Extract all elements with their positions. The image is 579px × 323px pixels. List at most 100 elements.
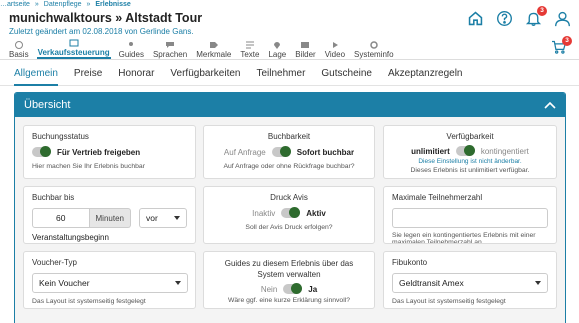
breadcrumb: …artseite » Datenpflege » Erlebnisse	[0, 1, 134, 8]
sub-navigation: Allgemein Preise Honorar Verfügbarkeiten…	[0, 62, 579, 86]
not-changeable-note: Diese Einstellung ist nicht änderbar.	[418, 158, 522, 165]
card-label: Buchbarkeit	[267, 132, 311, 141]
breadcrumb-separator: »	[34, 1, 39, 8]
voucher-type-select[interactable]: Kein Voucher	[32, 273, 188, 293]
card-hint: Sie legen ein kontingentiertes Erlebnis …	[392, 232, 536, 244]
card-hint: Soll der Avis Druck erfolgen?	[245, 224, 333, 231]
caret-down-icon	[175, 281, 181, 285]
panel-header[interactable]: Übersicht	[15, 93, 565, 117]
video-icon	[332, 42, 338, 48]
availability-toggle	[455, 145, 475, 156]
print-avis-toggle-row: Inaktiv Aktiv	[212, 207, 366, 218]
tab-label: Systeminfo	[354, 50, 394, 59]
toggle-off-label: Inaktiv	[252, 208, 276, 218]
last-modified-text: Zuletzt geändert am 02.08.2018 von Gerli…	[9, 27, 194, 36]
subtab-verfuegbarkeiten[interactable]: Verfügbarkeiten	[170, 62, 240, 86]
minutes-unit: Minuten	[89, 208, 131, 228]
tab-systeminfo[interactable]: Systeminfo	[353, 37, 395, 59]
toggle-on-label: Ja	[308, 284, 318, 294]
caret-down-icon	[535, 281, 541, 285]
toggle-off-label: Auf Anfrage	[223, 147, 266, 157]
overview-panel: Übersicht Buchungsstatus Für Vertrieb fr…	[14, 92, 566, 323]
bookability-card: Buchbarkeit Auf Anfrage Sofort buchbar A…	[203, 125, 375, 179]
card-label: Buchungsstatus	[32, 132, 89, 141]
print-avis-card: Druck Avis Inaktiv Aktiv Soll der Avis D…	[203, 186, 375, 244]
chevron-up-icon[interactable]	[544, 101, 556, 109]
help-icon[interactable]	[496, 10, 513, 27]
tab-label: Texte	[240, 50, 260, 59]
notification-badge: 3	[537, 5, 547, 16]
map-pin-icon	[274, 42, 281, 49]
guides-toggle-row: Nein Ja	[212, 283, 366, 294]
tab-label: Basis	[9, 50, 29, 59]
toggle-label: Für Vertrieb freigeben	[57, 147, 141, 157]
breadcrumb-current[interactable]: Erlebnisse	[95, 1, 130, 8]
card-label: Buchbar bis	[32, 193, 75, 202]
subtab-gutscheine[interactable]: Gutscheine	[321, 62, 372, 86]
subtab-allgemein[interactable]: Allgemein	[14, 62, 58, 86]
card-label: Verfügbarkeit	[446, 132, 494, 141]
toggle-off-label: kontingentiert	[480, 146, 529, 156]
cart-icon[interactable]: 3	[551, 36, 572, 56]
language-icon	[166, 42, 175, 48]
release-toggle[interactable]	[32, 146, 51, 157]
card-hint: Das Layout ist systemseitig festgelegt	[32, 298, 146, 305]
toggle-on-label: Sofort buchbar	[296, 147, 355, 157]
release-toggle-row: Für Vertrieb freigeben	[32, 146, 187, 157]
voucher-type-card: Voucher-Typ Kein Voucher Das Layout ist …	[23, 251, 196, 309]
print-avis-toggle[interactable]	[281, 207, 301, 218]
image-icon	[301, 42, 310, 48]
card-label: Voucher-Typ	[32, 258, 77, 267]
tab-label: Bilder	[295, 50, 316, 59]
panel-title: Übersicht	[24, 99, 71, 111]
tab-video[interactable]: Video	[324, 37, 346, 59]
select-value: vor	[145, 213, 158, 223]
tab-verkaufssteuerung[interactable]: Verkaufssteuerung	[36, 37, 111, 59]
sales-icon	[69, 39, 79, 47]
max-participants-input[interactable]	[392, 208, 548, 228]
guides-toggle[interactable]	[283, 283, 303, 294]
tab-basis[interactable]: Basis	[8, 37, 30, 59]
bell-icon[interactable]: 3	[525, 5, 547, 27]
tab-guides[interactable]: Guides	[118, 37, 145, 59]
breadcrumb-item[interactable]: Datenpflege	[44, 1, 82, 8]
card-label: Druck Avis	[270, 193, 308, 202]
card-hint: Das Layout ist systemseitig festgelegt	[392, 298, 506, 305]
card-hint: Dieses Erlebnis ist unlimitiert verfügba…	[410, 167, 530, 174]
card-hint: Hier machen Sie Ihr Erlebnis buchbar	[32, 163, 145, 170]
tab-merkmale[interactable]: Merkmale	[195, 37, 232, 59]
guides-managed-card: Guides zu diesem Erlebnis über das Syste…	[203, 251, 375, 309]
bookability-toggle[interactable]	[271, 146, 291, 157]
breadcrumb-separator: »	[86, 1, 91, 8]
tab-lage[interactable]: Lage	[267, 37, 287, 59]
relation-select[interactable]: vor	[138, 208, 187, 228]
home-icon[interactable]	[467, 10, 484, 27]
text-icon	[245, 41, 254, 49]
cart-badge: 3	[562, 36, 572, 46]
tab-label: Lage	[268, 50, 287, 59]
toggle-on-label: unlimitiert	[411, 146, 450, 156]
breadcrumb-item[interactable]: …artseite	[0, 1, 30, 8]
bookable-until-card: Buchbar bis 60 Minuten vor Veranstaltung…	[23, 186, 196, 244]
subtab-akzeptanzregeln[interactable]: Akzeptanzregeln	[388, 62, 463, 86]
select-value: Geldtransit Amex	[399, 278, 464, 288]
tab-texte[interactable]: Texte	[239, 37, 260, 59]
tab-label: Guides	[118, 50, 144, 59]
account-select[interactable]: Geldtransit Amex	[392, 273, 548, 293]
card-label: Guides zu diesem Erlebnis über das Syste…	[224, 259, 354, 279]
tab-label: Video	[324, 50, 346, 59]
subtab-honorar[interactable]: Honorar	[118, 62, 154, 86]
card-label: Maximale Teilnehmerzahl	[392, 193, 483, 202]
subtab-preise[interactable]: Preise	[74, 62, 102, 86]
tab-sprachen[interactable]: Sprachen	[152, 37, 188, 59]
header-actions: 3	[467, 5, 571, 27]
caret-down-icon	[174, 216, 180, 220]
minutes-input[interactable]: 60	[32, 208, 90, 228]
tab-label: Merkmale	[196, 50, 232, 59]
tab-bilder[interactable]: Bilder	[294, 37, 316, 59]
tab-label: Sprachen	[152, 50, 188, 59]
select-value: Kein Voucher	[39, 278, 90, 288]
system-icon	[370, 41, 378, 49]
user-icon[interactable]	[554, 10, 571, 27]
subtab-teilnehmer[interactable]: Teilnehmer	[256, 62, 305, 86]
